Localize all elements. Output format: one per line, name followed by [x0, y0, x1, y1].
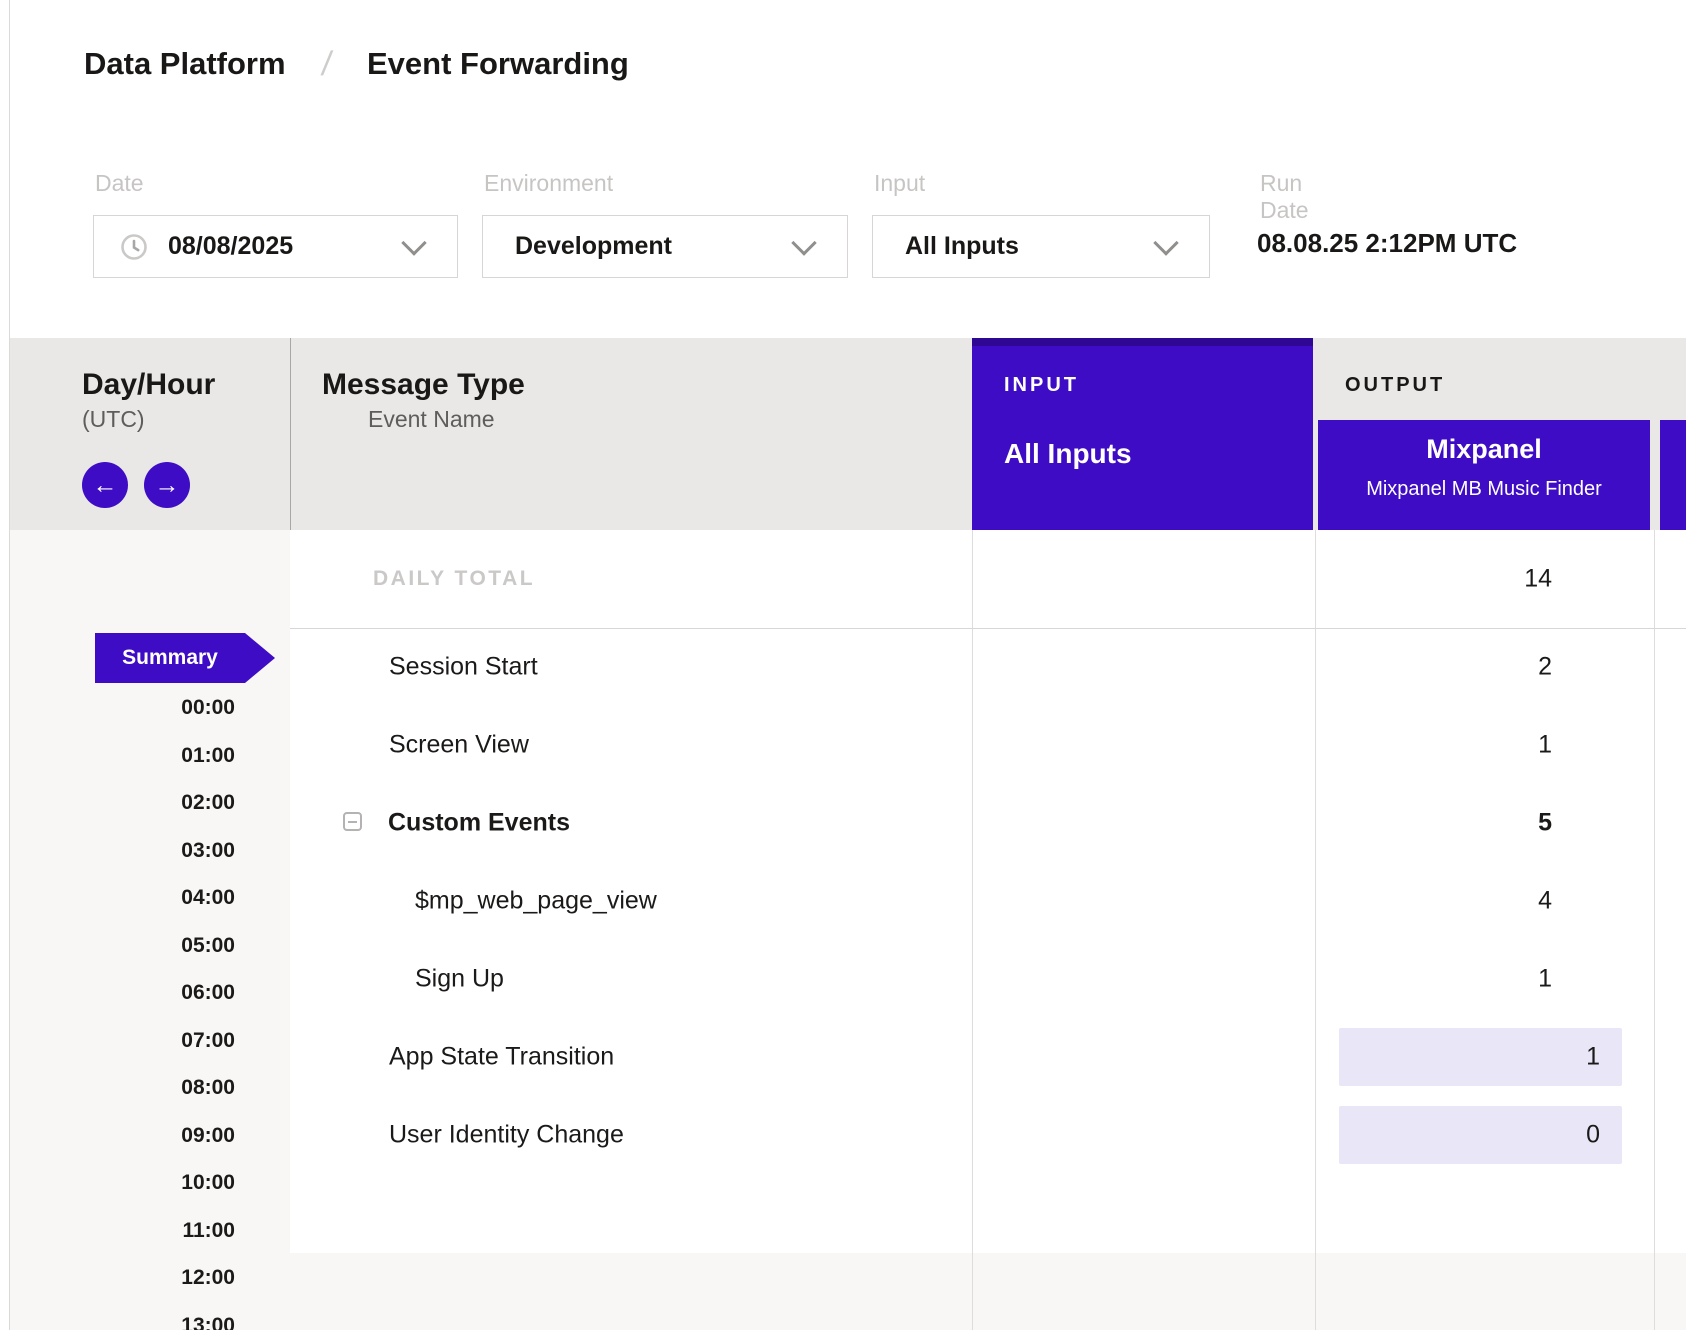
row-label: Session Start — [389, 653, 538, 682]
hour-item[interactable]: 05:00 — [60, 922, 235, 970]
table-row: Sign Up 1 1 — [290, 940, 1686, 1018]
collapse-minus-icon[interactable] — [343, 812, 362, 831]
table-row: User Identity Change 2 0 — [290, 1096, 1686, 1174]
highlighted-output-cell: 0 — [1339, 1106, 1622, 1164]
row-label: User Identity Change — [389, 1121, 624, 1150]
hour-item[interactable]: 07:00 — [60, 1017, 235, 1065]
run-date-value: 08.08.25 2:12PM UTC — [1257, 228, 1517, 259]
daily-total-input-value: 14 — [1290, 565, 1552, 594]
row-input-value: 2 — [1290, 653, 1552, 682]
hour-item[interactable]: 09:00 — [60, 1112, 235, 1160]
hour-item[interactable]: 12:00 — [60, 1254, 235, 1302]
input-value: All Inputs — [905, 232, 1019, 261]
next-output-column-partial — [1660, 420, 1686, 530]
row-label: Custom Events — [388, 809, 570, 838]
day-hour-subtitle: (UTC) — [82, 406, 145, 433]
input-column-header[interactable]: INPUT All Inputs — [972, 338, 1313, 530]
table-row: Session Start 2 2 — [290, 628, 1686, 706]
event-forwarding-page: Data Platform / Event Forwarding Date 08… — [0, 0, 1686, 1330]
hour-item[interactable]: 11:00 — [60, 1207, 235, 1255]
breadcrumb-section[interactable]: Data Platform — [84, 46, 286, 82]
row-label: App State Transition — [389, 1043, 614, 1072]
date-dropdown[interactable]: 08/08/2025 — [93, 215, 458, 278]
table-row-custom-events: Custom Events 5 5 — [290, 784, 1686, 862]
input-group-label: INPUT — [1004, 374, 1079, 397]
hour-item[interactable]: 04:00 — [60, 874, 235, 922]
prev-day-button[interactable]: ← — [82, 462, 128, 508]
hour-item[interactable]: 02:00 — [60, 779, 235, 827]
chevron-down-icon — [401, 230, 426, 255]
hour-item[interactable]: 03:00 — [60, 827, 235, 875]
table-footer-background — [290, 1253, 1686, 1330]
hour-item[interactable]: 13:00 — [60, 1302, 235, 1330]
hour-item[interactable]: 06:00 — [60, 969, 235, 1017]
daily-total-row: DAILY TOTAL 14 9 — [290, 530, 1686, 628]
table-row: App State Transition 4 1 — [290, 1018, 1686, 1096]
day-hour-header: Day/Hour — [82, 368, 215, 402]
hour-item[interactable]: 01:00 — [60, 732, 235, 780]
row-output-value: 0 — [1586, 1121, 1600, 1150]
hour-item[interactable]: 08:00 — [60, 1064, 235, 1112]
row-input-value: 1 — [1290, 965, 1552, 994]
highlighted-output-cell: 1 — [1339, 1028, 1622, 1086]
output-column-subtitle: Mixpanel MB Music Finder — [1318, 478, 1650, 501]
environment-filter-label: Environment — [484, 170, 613, 197]
row-output-value: 1 — [1586, 1043, 1600, 1072]
environment-value: Development — [515, 232, 672, 261]
row-input-value: 4 — [1290, 887, 1552, 916]
table-row: $mp_web_page_view 4 4 — [290, 862, 1686, 940]
row-label: Sign Up — [415, 965, 504, 994]
filter-bar: Date 08/08/2025 Environment Development … — [10, 128, 1686, 338]
breadcrumb-separator-icon: / — [319, 45, 334, 84]
input-column-name: All Inputs — [1004, 438, 1132, 470]
hour-item[interactable]: 10:00 — [60, 1159, 235, 1207]
page-title: Event Forwarding — [367, 46, 629, 82]
hour-list: 00:00 01:00 02:00 03:00 04:00 05:00 06:0… — [60, 684, 235, 1330]
row-label: Screen View — [389, 731, 529, 760]
summary-flag[interactable]: Summary — [95, 633, 275, 683]
row-output-value: 5 — [1630, 809, 1686, 838]
daily-total-label: DAILY TOTAL — [373, 567, 535, 591]
output-column-header-mixpanel[interactable]: Mixpanel Mixpanel MB Music Finder — [1318, 420, 1650, 530]
date-filter-label: Date — [95, 170, 144, 197]
row-label: $mp_web_page_view — [415, 887, 657, 916]
column-divider — [290, 338, 291, 530]
output-column-name: Mixpanel — [1318, 434, 1650, 465]
clock-icon — [120, 233, 148, 261]
hour-item[interactable]: 00:00 — [60, 684, 235, 732]
table-row: Screen View 1 1 — [290, 706, 1686, 784]
input-dropdown[interactable]: All Inputs — [872, 215, 1210, 278]
breadcrumb: Data Platform / Event Forwarding — [10, 0, 1686, 129]
row-input-value: 1 — [1290, 731, 1552, 760]
input-column-accent-strip — [972, 338, 1313, 346]
environment-dropdown[interactable]: Development — [482, 215, 848, 278]
row-output-value: 4 — [1630, 887, 1686, 916]
input-filter-label: Input — [874, 170, 925, 197]
next-day-button[interactable]: → — [144, 462, 190, 508]
summary-flag-label: Summary — [95, 633, 245, 683]
event-name-subtitle: Event Name — [368, 406, 495, 433]
run-date-label: Run Date — [1260, 170, 1309, 224]
chevron-down-icon — [1153, 230, 1178, 255]
daily-total-output-value: 9 — [1630, 565, 1686, 594]
row-output-value: 2 — [1630, 653, 1686, 682]
message-type-header: Message Type — [322, 368, 525, 402]
output-group-label: OUTPUT — [1345, 374, 1445, 397]
date-value: 08/08/2025 — [168, 232, 293, 261]
chevron-down-icon — [791, 230, 816, 255]
row-input-value: 5 — [1290, 809, 1552, 838]
row-output-value: 1 — [1630, 965, 1686, 994]
row-output-value: 1 — [1630, 731, 1686, 760]
